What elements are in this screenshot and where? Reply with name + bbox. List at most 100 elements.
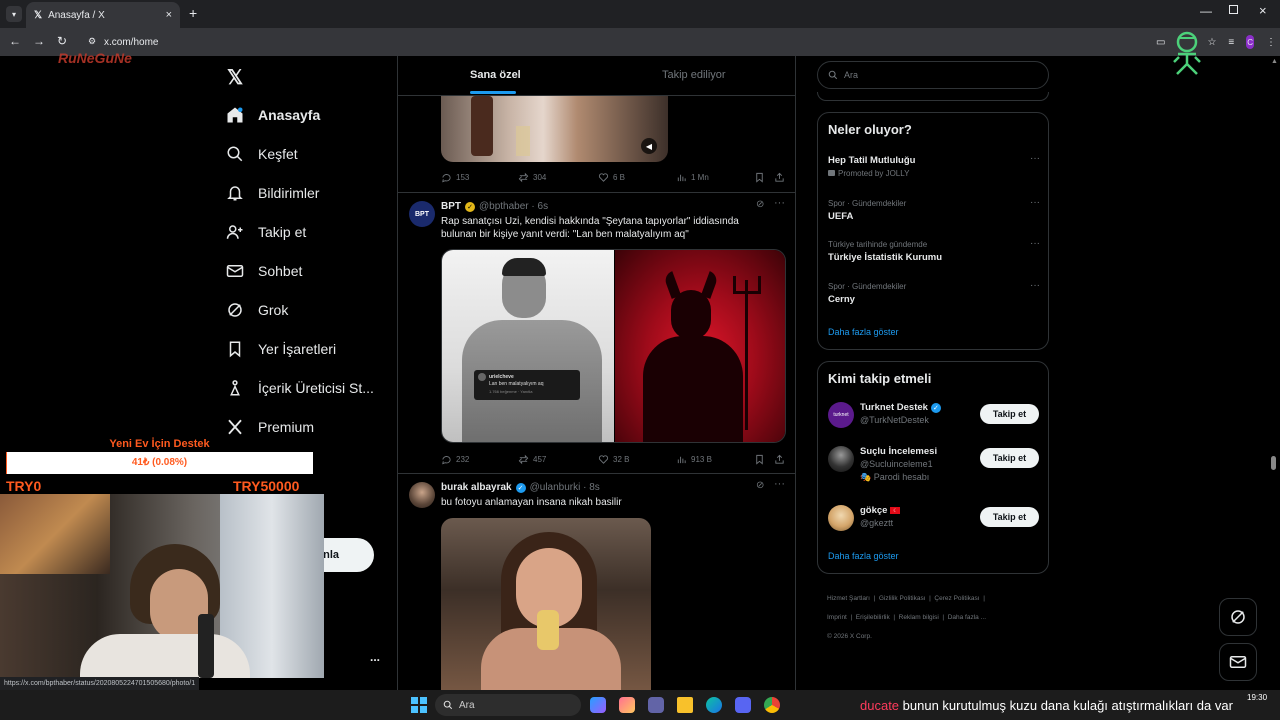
site-info-icon[interactable]: ⚙ (88, 36, 96, 47)
reload-icon[interactable]: ↻ (57, 34, 67, 48)
tab-for-you[interactable]: Sana özel (470, 69, 521, 81)
views-button[interactable]: 1 Mn (676, 172, 709, 183)
close-window-icon[interactable]: × (1259, 3, 1267, 18)
follow-avatar[interactable] (828, 446, 854, 472)
share-button[interactable] (774, 172, 785, 183)
media-photo-person[interactable]: urielcheve Lan ben malatyalıyım aq 1.766… (442, 250, 614, 442)
nav-chat[interactable]: Sohbet (226, 262, 302, 280)
address-bar[interactable]: ⚙ x.com/home (80, 32, 1160, 52)
trend-item[interactable]: Spor · Gündemdekiler Cerny ··· (828, 280, 1040, 305)
more-options-icon[interactable]: ··· (1030, 280, 1040, 291)
trend-item[interactable]: Hep Tatil Mutluluğu Promoted by JOLLY ··… (828, 153, 1040, 178)
repost-button[interactable]: 457 (518, 454, 546, 465)
footer-link[interactable]: Çerez Politikası (934, 595, 979, 602)
show-more-link[interactable]: Daha fazla göster (828, 327, 899, 337)
close-tab-icon[interactable]: × (166, 9, 172, 21)
nav-premium[interactable]: Premium (226, 418, 314, 436)
footer-link[interactable]: Hizmet Şartları (827, 595, 870, 602)
follow-item[interactable]: gökçe ☾ @gkeztt (860, 505, 901, 528)
trend-item[interactable]: Spor · Gündemdekiler UEFA ··· (828, 197, 1040, 222)
author-handle[interactable]: @bpthaber · 6s (479, 201, 548, 212)
footer-link[interactable]: Erişilebilirlik (856, 614, 890, 621)
tweet-burak[interactable]: burak albayrak ✓ @ulanburki · 8s ⊘ ··· b… (398, 474, 795, 690)
footer-link[interactable]: Gizlilik Politikası (879, 595, 926, 602)
more-options-icon[interactable]: ··· (1030, 238, 1040, 249)
more-options-icon[interactable]: ··· (774, 478, 785, 490)
follow-item[interactable]: Suçlu İncelemesi @Sucluinceleme1 🎭 Parod… (860, 446, 937, 483)
scroll-up-arrow[interactable]: ▲ (1271, 58, 1278, 65)
follow-button[interactable]: Takip et (980, 448, 1039, 468)
footer-link[interactable]: Imprint (827, 614, 847, 621)
author-name[interactable]: BPT (441, 201, 461, 212)
follow-avatar[interactable]: turknet (828, 402, 854, 428)
new-tab-icon[interactable]: + (189, 5, 197, 21)
reply-button[interactable]: 153 (441, 172, 469, 183)
account-more-icon[interactable]: ... (370, 650, 380, 664)
like-button[interactable]: 32 B (598, 454, 629, 465)
messages-float-button[interactable] (1219, 643, 1257, 681)
nav-bookmarks[interactable]: Yer İşaretleri (226, 340, 336, 358)
bookmark-button[interactable] (754, 454, 765, 465)
teams-icon[interactable] (648, 697, 664, 713)
menu-icon[interactable]: ⋮ (1266, 37, 1276, 48)
profile-avatar[interactable]: C (1246, 35, 1254, 49)
x-logo-icon[interactable]: 𝕏 (227, 65, 243, 90)
discord-icon[interactable] (735, 697, 751, 713)
clock[interactable]: 19:30 (1247, 693, 1267, 702)
copilot-icon[interactable] (590, 697, 606, 713)
follow-avatar[interactable] (828, 505, 854, 531)
author-name[interactable]: burak albayrak (441, 482, 512, 493)
bookmark-star-icon[interactable]: ☆ (1207, 37, 1216, 48)
avatar[interactable] (409, 482, 435, 508)
chrome-icon[interactable] (764, 697, 780, 713)
nav-home[interactable]: Anasayfa (226, 106, 320, 124)
nav-grok[interactable]: Grok (226, 301, 288, 319)
nav-explore[interactable]: Keşfet (226, 145, 298, 163)
media-photo-devil[interactable] (615, 250, 785, 442)
page-scrollbar[interactable] (1271, 456, 1276, 470)
grok-float-button[interactable] (1219, 598, 1257, 636)
maximize-icon[interactable] (1229, 5, 1238, 14)
cast-icon[interactable]: ▭ (1156, 37, 1165, 48)
nav-follow[interactable]: Takip et (226, 223, 306, 241)
like-button[interactable]: 6 B (598, 172, 625, 183)
author-handle[interactable]: @ulanburki · 8s (530, 482, 600, 493)
minimize-icon[interactable]: — (1200, 4, 1212, 18)
tab-list-icon[interactable]: ▾ (6, 6, 22, 22)
edge-icon[interactable] (706, 697, 722, 713)
follow-button[interactable]: Takip et (980, 404, 1039, 424)
nav-creator-studio[interactable]: İçerik Üreticisi St... (226, 379, 374, 397)
more-options-icon[interactable]: ··· (774, 197, 785, 209)
browser-tab[interactable]: 𝕏 Anasayfa / X × (26, 2, 180, 28)
follow-item[interactable]: Turknet Destek ✓ @TurkNetDestek (860, 402, 941, 425)
footer-link[interactable]: Reklam bilgisi (899, 614, 939, 621)
more-options-icon[interactable]: ··· (1030, 153, 1040, 164)
nav-notifications[interactable]: Bildirimler (226, 184, 319, 202)
grok-icon[interactable]: ⊘ (756, 480, 764, 491)
tweet-media[interactable] (441, 518, 651, 690)
search-box[interactable]: Ara (817, 61, 1049, 89)
tweet-bpt[interactable]: BPT BPT ✓ @bpthaber · 6s ⊘ ··· Rap sanat… (398, 193, 795, 473)
file-explorer-icon[interactable] (677, 697, 693, 713)
bookmark-button[interactable] (754, 172, 765, 183)
volume-icon[interactable]: ◀ (641, 138, 657, 154)
grok-icon[interactable]: ⊘ (756, 199, 764, 210)
taskbar-search[interactable]: Ara (435, 694, 581, 716)
reply-button[interactable]: 232 (441, 454, 469, 465)
footer-link[interactable]: Daha fazla ... (948, 614, 986, 621)
back-icon[interactable]: ← (9, 34, 21, 48)
follow-button[interactable]: Takip et (980, 507, 1039, 527)
show-more-link[interactable]: Daha fazla göster (828, 551, 899, 561)
media-icon[interactable]: ≡ (1228, 37, 1234, 48)
share-button[interactable] (774, 454, 785, 465)
trend-item[interactable]: Türkiye tarihinde gündemde Türkiye İstat… (828, 238, 1040, 263)
tweet-media[interactable]: urielcheve Lan ben malatyalıyım aq 1.766… (441, 249, 786, 443)
tab-following[interactable]: Takip ediliyor (662, 69, 726, 81)
repost-button[interactable]: 304 (518, 172, 546, 183)
widgets-icon[interactable] (619, 697, 635, 713)
start-icon[interactable] (411, 697, 427, 713)
views-button[interactable]: 913 B (676, 454, 712, 465)
previous-tweet-image[interactable]: ◀ (441, 96, 668, 162)
avatar[interactable]: BPT (409, 201, 435, 227)
more-options-icon[interactable]: ··· (1030, 197, 1040, 208)
